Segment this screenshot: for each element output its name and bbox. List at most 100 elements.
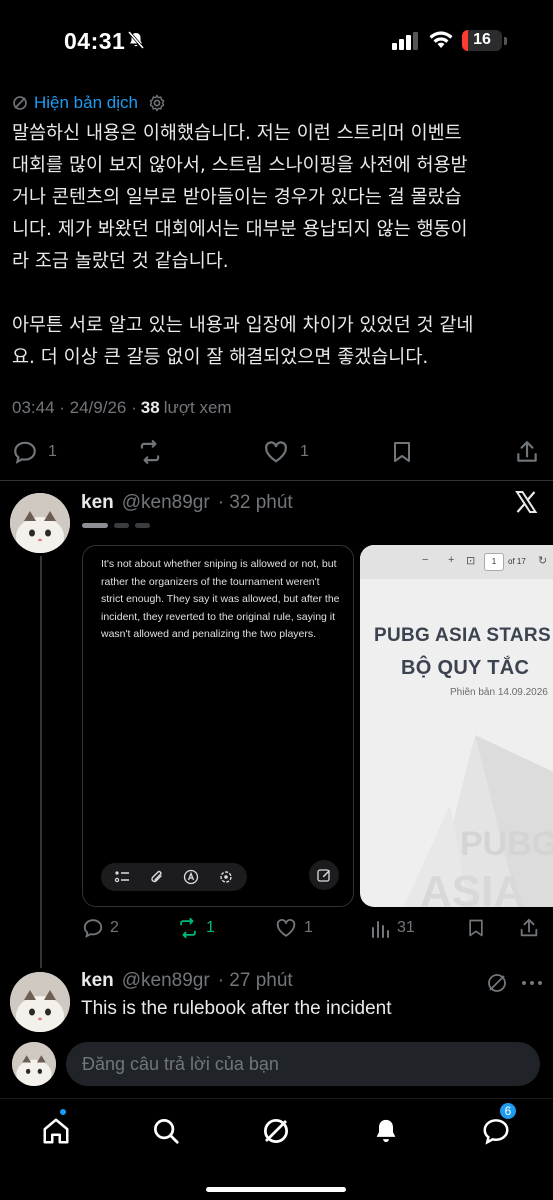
tab-notifications[interactable] xyxy=(366,1111,406,1151)
fit-page-icon: ⊡ xyxy=(466,555,476,567)
bookmark-icon xyxy=(394,442,410,462)
pdf-toolbar: − + ⊡ 1 of 17 ↻ xyxy=(360,545,553,579)
repost-icon xyxy=(180,917,196,939)
pdf-page-total: of 17 xyxy=(508,557,526,566)
compose-icon xyxy=(317,869,330,882)
rotate-icon: ↻ xyxy=(538,555,548,567)
repost-button[interactable]: 1 xyxy=(176,917,215,939)
home-indicator xyxy=(206,1187,346,1192)
repost-icon xyxy=(140,440,160,464)
ai-tools-icon xyxy=(220,871,232,883)
note-text: It's not about whether sniping is allowe… xyxy=(101,558,340,640)
bookmark-button[interactable] xyxy=(390,439,414,465)
like-button[interactable]: 1 xyxy=(274,917,313,939)
show-translation-link[interactable]: Hiện bản dịch xyxy=(34,93,138,113)
reply-composer[interactable] xyxy=(66,1042,540,1086)
reply-button[interactable]: 2 xyxy=(82,917,119,939)
home-notification-dot xyxy=(58,1107,68,1117)
like-button[interactable]: 1 xyxy=(262,439,309,465)
thread-line xyxy=(40,556,42,968)
tab-grok[interactable] xyxy=(256,1111,296,1151)
compose-note-button[interactable] xyxy=(309,860,339,890)
more-options-icon[interactable] xyxy=(521,979,543,987)
avatar[interactable] xyxy=(10,972,70,1032)
wifi-icon xyxy=(429,31,453,48)
tweet-actions: 1 1 xyxy=(0,434,553,470)
reply-time: · 32 phút xyxy=(217,492,293,513)
reply-time: · 27 phút xyxy=(217,970,293,991)
avatar[interactable] xyxy=(10,493,70,553)
x-logo-icon xyxy=(515,491,538,513)
author-name[interactable]: ken xyxy=(81,492,114,514)
like-count: 1 xyxy=(304,919,313,936)
repost-count: 1 xyxy=(206,919,215,936)
battery-cap xyxy=(504,37,507,45)
my-avatar xyxy=(12,1042,56,1086)
paperclip-icon xyxy=(151,870,162,883)
pdf-watermark: PUBG xyxy=(460,825,553,863)
tweet-timestamp: 03:44 · 24/9/26 · xyxy=(12,398,137,417)
markup-icon xyxy=(184,869,199,885)
reply-actions: 2 1 1 31 xyxy=(82,916,553,942)
share-button[interactable] xyxy=(514,439,540,465)
tab-search[interactable] xyxy=(146,1111,186,1151)
views-button[interactable]: 31 xyxy=(371,917,415,939)
bookmark-button[interactable] xyxy=(466,917,486,939)
views-count: 31 xyxy=(397,919,415,936)
reply-icon xyxy=(83,919,103,939)
home-icon xyxy=(43,1118,69,1144)
reply-text: This is the rulebook after the incident xyxy=(81,998,392,1019)
share-icon xyxy=(517,441,537,462)
media-image-note[interactable]: It's not about whether sniping is allowe… xyxy=(82,545,354,907)
bar-chart-icon xyxy=(372,921,389,938)
pager-dot xyxy=(114,523,129,528)
grok-icon[interactable] xyxy=(486,972,508,994)
search-icon xyxy=(154,1119,179,1144)
pdf-subtitle: BỘ QUY TẮC xyxy=(401,657,530,679)
reply-count: 1 xyxy=(48,443,57,460)
messages-badge: 6 xyxy=(498,1101,518,1121)
views-count: 38 xyxy=(140,398,160,417)
grok-icon xyxy=(13,96,27,110)
reply-header: ken @ken89gr · 27 phút xyxy=(81,970,293,992)
zoom-in-icon: + xyxy=(448,554,455,566)
grok-icon xyxy=(264,1119,288,1143)
pdf-watermark-2: ASIA xyxy=(420,867,526,907)
status-bar: 04:31 16 xyxy=(0,0,553,80)
share-icon xyxy=(520,918,538,937)
tab-home[interactable] xyxy=(36,1107,76,1151)
note-toolbar xyxy=(101,863,247,891)
cat-avatar-image xyxy=(10,493,70,553)
views-label: lượt xem xyxy=(163,398,232,417)
pdf-title: PUBG ASIA STARS xyxy=(374,625,551,646)
pager-dot xyxy=(135,523,150,528)
media-pager xyxy=(82,523,150,528)
zoom-out-icon: − xyxy=(422,554,429,566)
battery-indicator: 16 xyxy=(462,30,502,51)
author-handle[interactable]: @ken89gr xyxy=(122,970,210,992)
share-button[interactable] xyxy=(518,917,540,939)
gear-icon[interactable] xyxy=(148,94,166,112)
divider xyxy=(0,480,553,481)
reply-button[interactable]: 1 xyxy=(12,439,57,465)
author-name[interactable]: ken xyxy=(81,970,114,992)
tab-messages[interactable]: 6 xyxy=(476,1101,518,1151)
reply-input[interactable] xyxy=(66,1042,540,1086)
checklist-icon xyxy=(115,871,130,883)
bottom-tab-bar: 6 xyxy=(0,1098,553,1200)
translate-row[interactable]: Hiện bản dịch xyxy=(12,92,166,114)
pdf-page-number: 1 xyxy=(484,553,504,571)
reply-header: ken @ken89gr · 32 phút xyxy=(81,492,293,514)
bell-muted-icon xyxy=(127,31,145,49)
reply-icon xyxy=(14,441,36,464)
cellular-signal-icon xyxy=(392,32,418,50)
battery-percent: 16 xyxy=(473,31,491,48)
author-handle[interactable]: @ken89gr xyxy=(122,492,210,514)
like-count: 1 xyxy=(300,443,309,460)
repost-button[interactable] xyxy=(136,439,164,465)
cat-avatar-image xyxy=(12,1042,56,1086)
status-time: 04:31 xyxy=(64,28,126,54)
media-image-pdf[interactable]: − + ⊡ 1 of 17 ↻ PUBG ASIA STARS BỘ QUY T… xyxy=(360,545,553,907)
bookmark-icon xyxy=(469,919,483,937)
pdf-version: Phiên bản 14.09.2026 xyxy=(450,687,548,698)
